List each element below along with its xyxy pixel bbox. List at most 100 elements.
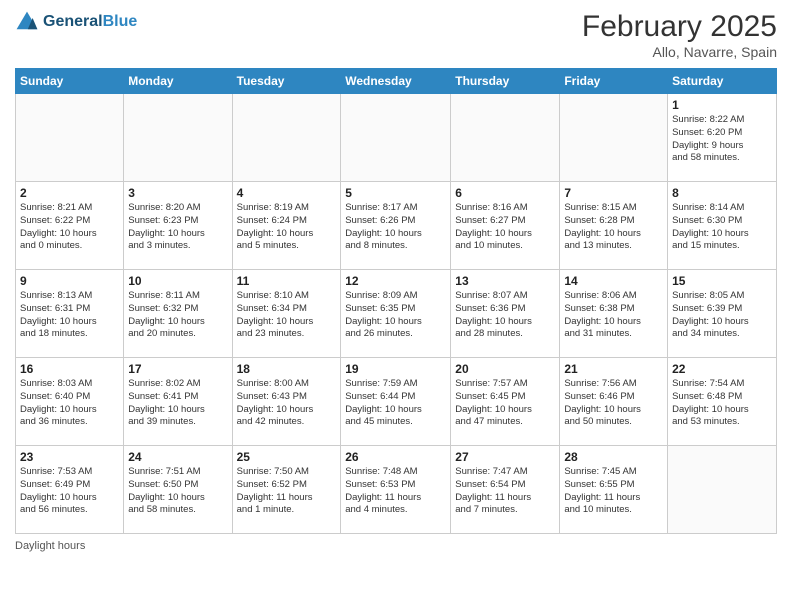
day-info: Sunrise: 8:07 AM Sunset: 6:36 PM Dayligh… bbox=[455, 290, 555, 341]
table-row: 3 Sunrise: 8:20 AM Sunset: 6:23 PM Daylig… bbox=[124, 182, 232, 270]
day-number: 10 bbox=[128, 274, 227, 288]
day-info: Sunrise: 8:00 AM Sunset: 6:43 PM Dayligh… bbox=[237, 378, 337, 429]
table-row: 18Sunrise: 8:00 AM Sunset: 6:43 PM Dayli… bbox=[232, 358, 341, 446]
table-row: 21Sunrise: 7:56 AM Sunset: 6:46 PM Dayli… bbox=[560, 358, 668, 446]
table-row: 2 Sunrise: 8:21 AM Sunset: 6:22 PM Daylig… bbox=[16, 182, 124, 270]
table-row: 14 Sunrise: 8:06 AM Sunset: 6:38 PM Dayli… bbox=[560, 270, 668, 358]
day-info: Sunrise: 7:48 AM Sunset: 6:53 PM Dayligh… bbox=[345, 466, 446, 517]
day-number: 12 bbox=[345, 274, 446, 288]
day-info: Sunrise: 8:15 AM Sunset: 6:28 PM Dayligh… bbox=[564, 202, 663, 253]
table-row: 10 Sunrise: 8:11 AM Sunset: 6:32 PM Dayli… bbox=[124, 270, 232, 358]
table-row: 9Sunrise: 8:13 AM Sunset: 6:31 PM Daylig… bbox=[16, 270, 124, 358]
day-info: Sunrise: 8:03 AM Sunset: 6:40 PM Dayligh… bbox=[20, 378, 119, 429]
table-row: 15 Sunrise: 8:05 AM Sunset: 6:39 PM Dayli… bbox=[668, 270, 777, 358]
day-number: 24 bbox=[128, 450, 227, 464]
day-info: Sunrise: 7:45 AM Sunset: 6:55 PM Dayligh… bbox=[564, 466, 663, 517]
page: GeneralBlue February 2025 Allo, Navarre,… bbox=[0, 0, 792, 612]
header-sunday: Sunday bbox=[16, 69, 124, 94]
day-number: 7 bbox=[564, 186, 663, 200]
day-info: Sunrise: 8:21 AM Sunset: 6:22 PM Dayligh… bbox=[20, 202, 119, 253]
day-info: Sunrise: 7:56 AM Sunset: 6:46 PM Dayligh… bbox=[564, 378, 663, 429]
table-row: 11 Sunrise: 8:10 AM Sunset: 6:34 PM Dayli… bbox=[232, 270, 341, 358]
day-info: Sunrise: 7:51 AM Sunset: 6:50 PM Dayligh… bbox=[128, 466, 227, 517]
day-number: 16 bbox=[20, 362, 119, 376]
day-number: 19 bbox=[345, 362, 446, 376]
table-row: 6 Sunrise: 8:16 AM Sunset: 6:27 PM Daylig… bbox=[451, 182, 560, 270]
table-row: 4Sunrise: 8:19 AM Sunset: 6:24 PM Daylig… bbox=[232, 182, 341, 270]
table-row: 23 Sunrise: 7:53 AM Sunset: 6:49 PM Dayli… bbox=[16, 446, 124, 534]
table-row bbox=[341, 94, 451, 182]
day-info: Sunrise: 7:50 AM Sunset: 6:52 PM Dayligh… bbox=[237, 466, 337, 517]
table-row: 24 Sunrise: 7:51 AM Sunset: 6:50 PM Dayli… bbox=[124, 446, 232, 534]
day-info: Sunrise: 8:05 AM Sunset: 6:39 PM Dayligh… bbox=[672, 290, 772, 341]
calendar-week-row: 2 Sunrise: 8:21 AM Sunset: 6:22 PM Daylig… bbox=[16, 182, 777, 270]
day-number: 6 bbox=[455, 186, 555, 200]
calendar-week-row: 1 Sunrise: 8:22 AM Sunset: 6:20 PM Daylig… bbox=[16, 94, 777, 182]
table-row: 28 Sunrise: 7:45 AM Sunset: 6:55 PM Dayli… bbox=[560, 446, 668, 534]
day-info: Sunrise: 8:13 AM Sunset: 6:31 PM Dayligh… bbox=[20, 290, 119, 341]
table-row bbox=[16, 94, 124, 182]
day-info: Sunrise: 8:06 AM Sunset: 6:38 PM Dayligh… bbox=[564, 290, 663, 341]
day-number: 4 bbox=[237, 186, 337, 200]
day-info: Sunrise: 7:59 AM Sunset: 6:44 PM Dayligh… bbox=[345, 378, 446, 429]
table-row: 5 Sunrise: 8:17 AM Sunset: 6:26 PM Daylig… bbox=[341, 182, 451, 270]
table-row: 1 Sunrise: 8:22 AM Sunset: 6:20 PM Daylig… bbox=[668, 94, 777, 182]
day-info: Sunrise: 8:02 AM Sunset: 6:41 PM Dayligh… bbox=[128, 378, 227, 429]
header-saturday: Saturday bbox=[668, 69, 777, 94]
day-number: 1 bbox=[672, 98, 772, 112]
calendar-week-row: 9Sunrise: 8:13 AM Sunset: 6:31 PM Daylig… bbox=[16, 270, 777, 358]
calendar-table: Sunday Monday Tuesday Wednesday Thursday… bbox=[15, 68, 777, 534]
table-row bbox=[668, 446, 777, 534]
table-row bbox=[232, 94, 341, 182]
day-number: 14 bbox=[564, 274, 663, 288]
table-row: 20Sunrise: 7:57 AM Sunset: 6:45 PM Dayli… bbox=[451, 358, 560, 446]
day-number: 23 bbox=[20, 450, 119, 464]
table-row bbox=[124, 94, 232, 182]
day-number: 15 bbox=[672, 274, 772, 288]
day-info: Sunrise: 7:54 AM Sunset: 6:48 PM Dayligh… bbox=[672, 378, 772, 429]
day-number: 2 bbox=[20, 186, 119, 200]
day-number: 27 bbox=[455, 450, 555, 464]
day-number: 26 bbox=[345, 450, 446, 464]
day-info: Sunrise: 8:20 AM Sunset: 6:23 PM Dayligh… bbox=[128, 202, 227, 253]
table-row: 7 Sunrise: 8:15 AM Sunset: 6:28 PM Daylig… bbox=[560, 182, 668, 270]
footer-text: Daylight hours bbox=[15, 540, 85, 552]
location: Allo, Navarre, Spain bbox=[582, 44, 777, 60]
table-row bbox=[451, 94, 560, 182]
calendar-header-row: Sunday Monday Tuesday Wednesday Thursday… bbox=[16, 69, 777, 94]
header-friday: Friday bbox=[560, 69, 668, 94]
table-row: 27Sunrise: 7:47 AM Sunset: 6:54 PM Dayli… bbox=[451, 446, 560, 534]
day-number: 25 bbox=[237, 450, 337, 464]
table-row: 17 Sunrise: 8:02 AM Sunset: 6:41 PM Dayli… bbox=[124, 358, 232, 446]
month-title: February 2025 bbox=[582, 10, 777, 44]
header-thursday: Thursday bbox=[451, 69, 560, 94]
day-number: 22 bbox=[672, 362, 772, 376]
header-tuesday: Tuesday bbox=[232, 69, 341, 94]
day-number: 8 bbox=[672, 186, 772, 200]
day-info: Sunrise: 8:16 AM Sunset: 6:27 PM Dayligh… bbox=[455, 202, 555, 253]
table-row: 22 Sunrise: 7:54 AM Sunset: 6:48 PM Dayli… bbox=[668, 358, 777, 446]
day-number: 17 bbox=[128, 362, 227, 376]
day-number: 28 bbox=[564, 450, 663, 464]
day-info: Sunrise: 8:22 AM Sunset: 6:20 PM Dayligh… bbox=[672, 114, 772, 165]
logo-general: General bbox=[43, 13, 103, 30]
day-info: Sunrise: 8:10 AM Sunset: 6:34 PM Dayligh… bbox=[237, 290, 337, 341]
header-monday: Monday bbox=[124, 69, 232, 94]
day-info: Sunrise: 7:53 AM Sunset: 6:49 PM Dayligh… bbox=[20, 466, 119, 517]
table-row: 13Sunrise: 8:07 AM Sunset: 6:36 PM Dayli… bbox=[451, 270, 560, 358]
logo-icon bbox=[15, 10, 39, 34]
footer: Daylight hours bbox=[15, 540, 777, 552]
logo-blue: Blue bbox=[103, 13, 138, 30]
table-row bbox=[560, 94, 668, 182]
header: GeneralBlue February 2025 Allo, Navarre,… bbox=[15, 10, 777, 60]
day-info: Sunrise: 8:11 AM Sunset: 6:32 PM Dayligh… bbox=[128, 290, 227, 341]
table-row: 26 Sunrise: 7:48 AM Sunset: 6:53 PM Dayli… bbox=[341, 446, 451, 534]
day-info: Sunrise: 8:17 AM Sunset: 6:26 PM Dayligh… bbox=[345, 202, 446, 253]
day-info: Sunrise: 7:57 AM Sunset: 6:45 PM Dayligh… bbox=[455, 378, 555, 429]
table-row: 16 Sunrise: 8:03 AM Sunset: 6:40 PM Dayli… bbox=[16, 358, 124, 446]
day-number: 5 bbox=[345, 186, 446, 200]
day-number: 3 bbox=[128, 186, 227, 200]
day-info: Sunrise: 8:14 AM Sunset: 6:30 PM Dayligh… bbox=[672, 202, 772, 253]
day-info: Sunrise: 8:09 AM Sunset: 6:35 PM Dayligh… bbox=[345, 290, 446, 341]
day-number: 11 bbox=[237, 274, 337, 288]
